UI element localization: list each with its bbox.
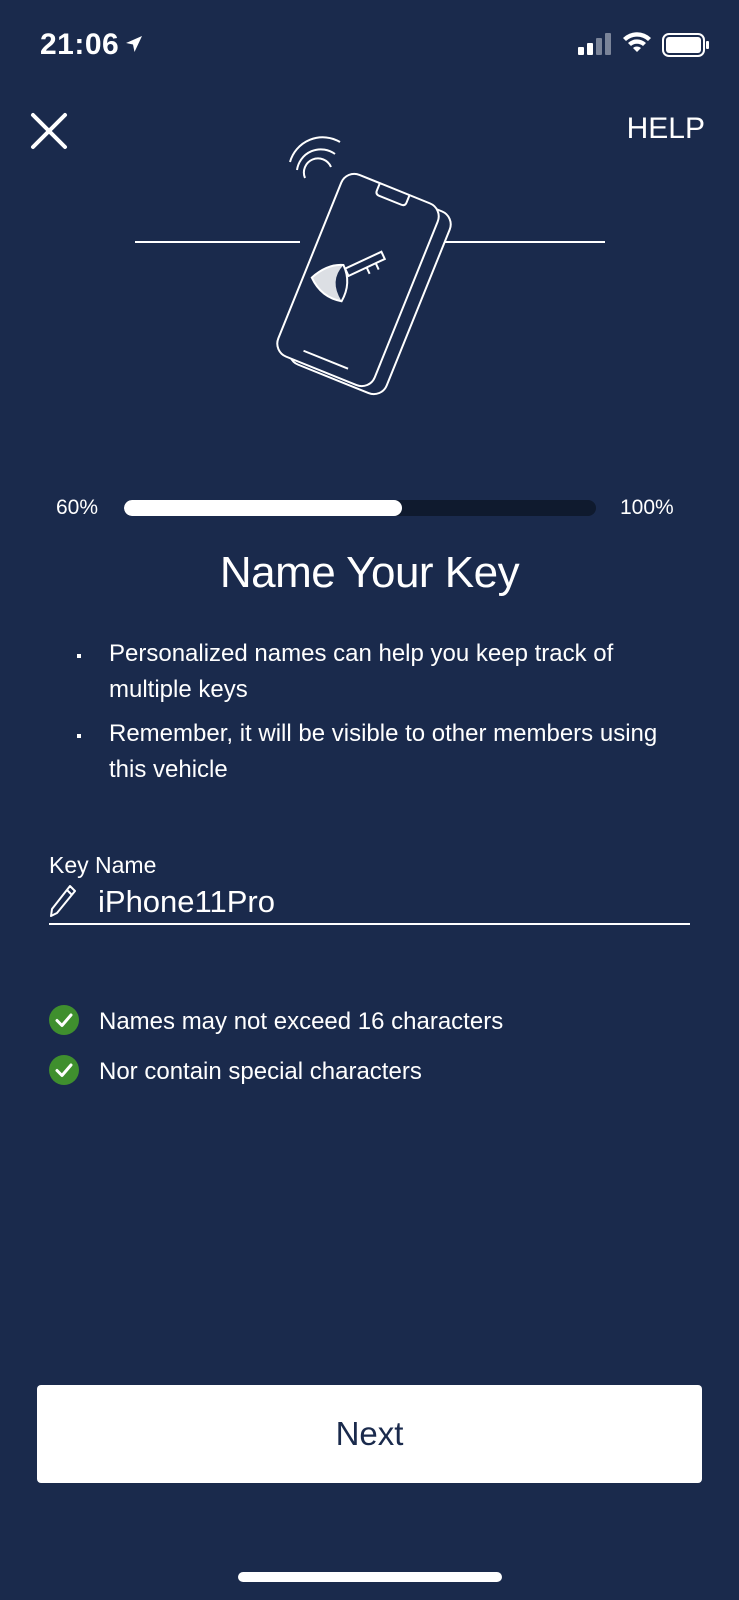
validation-rule-text: Names may not exceed 16 characters (99, 1008, 504, 1035)
home-indicator[interactable] (238, 1572, 502, 1582)
field-underline (49, 923, 690, 925)
help-link[interactable]: HELP (627, 112, 705, 146)
cellular-signal-icon (578, 33, 611, 55)
page-title: Name Your Key (219, 548, 520, 597)
info-bullet: Personalized names can help you keep tra… (70, 636, 700, 708)
progress-indicator: 60% 100% (0, 494, 739, 524)
check-circle-icon (49, 1055, 79, 1085)
check-circle-icon (49, 1005, 79, 1035)
progress-end-label: 100% (620, 496, 674, 519)
close-button[interactable] (28, 110, 70, 152)
progress-track (124, 500, 596, 516)
info-bullet: Remember, it will be visible to other me… (70, 716, 700, 788)
progress-start-label: 60% (56, 496, 99, 519)
phone-key-illustration (135, 136, 605, 396)
info-list: Personalized names can help you keep tra… (70, 636, 700, 796)
next-button[interactable]: Next (37, 1385, 702, 1483)
close-icon (31, 113, 67, 149)
key-name-input[interactable] (98, 884, 678, 920)
progress-fill (124, 500, 403, 516)
pencil-icon (50, 885, 76, 917)
validation-rule-text: Nor contain special characters (99, 1058, 422, 1085)
location-arrow-icon (126, 36, 142, 52)
status-bar: 21:06 (0, 0, 739, 90)
wifi-icon (623, 32, 651, 52)
key-name-label: Key Name (49, 852, 157, 878)
status-time: 21:06 (40, 28, 120, 61)
battery-icon (662, 33, 709, 57)
